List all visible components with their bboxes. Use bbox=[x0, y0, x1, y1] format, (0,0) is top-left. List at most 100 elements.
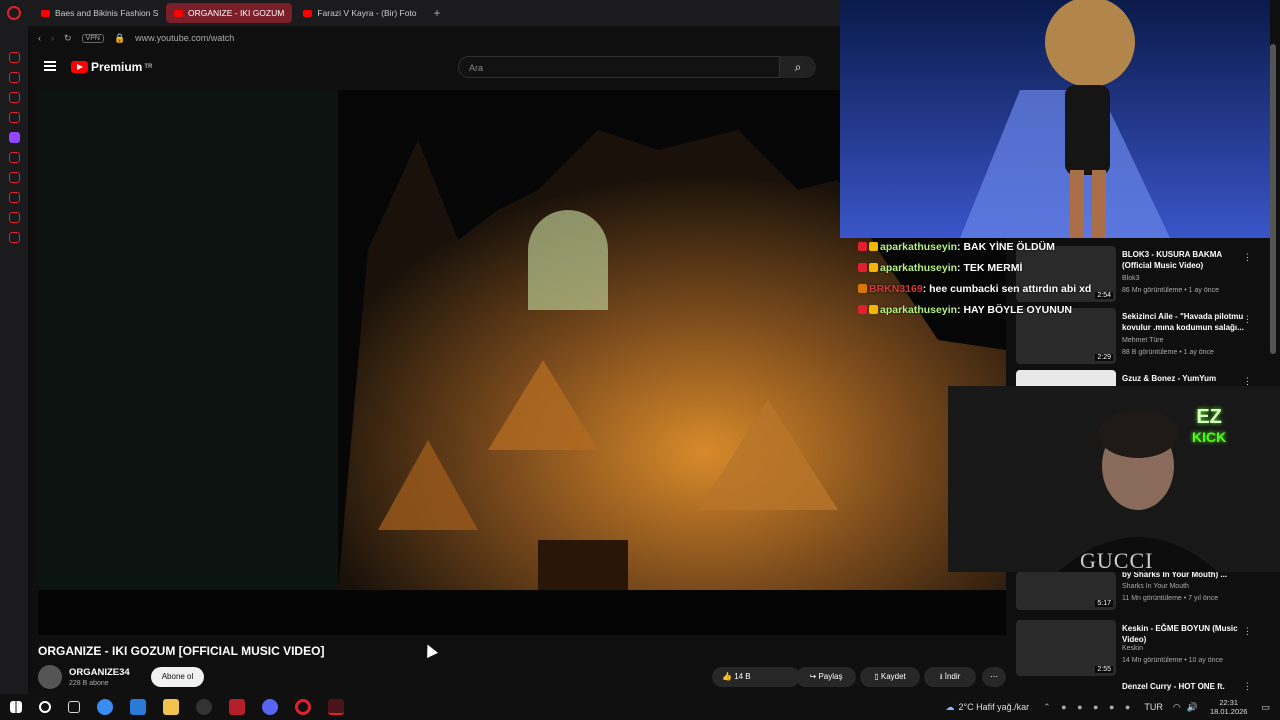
scrollbar[interactable] bbox=[1270, 44, 1276, 354]
obs-icon[interactable] bbox=[196, 699, 212, 715]
discord-icon[interactable] bbox=[262, 699, 278, 715]
sidebar-icon[interactable] bbox=[8, 152, 20, 163]
more-icon[interactable]: ⋮ bbox=[1243, 681, 1252, 692]
rec-title[interactable]: Keskin - EĞME BOYUN (Music Video) bbox=[1122, 623, 1250, 645]
sidebar-icon[interactable] bbox=[8, 192, 20, 203]
opera-icon[interactable] bbox=[295, 699, 311, 715]
rec-title[interactable]: Gzuz & Bonez - YumYum bbox=[1122, 373, 1250, 384]
app-icon[interactable] bbox=[229, 699, 245, 715]
clock-time: 22:31 bbox=[1219, 698, 1239, 707]
rec-title[interactable]: Denzel Curry - HOT ONE ft. bbox=[1122, 681, 1250, 692]
new-tab-icon[interactable]: + bbox=[434, 6, 441, 20]
rec-title[interactable]: BLOK3 - KUSURA BAKMA (Official Music Vid… bbox=[1122, 249, 1250, 271]
country-code: TR bbox=[144, 64, 153, 70]
more-icon[interactable]: ⋮ bbox=[1243, 252, 1252, 263]
channel-avatar[interactable] bbox=[38, 665, 62, 689]
chrome-icon[interactable] bbox=[97, 699, 113, 715]
tab-2[interactable]: ORGANIZE - IKI GOZUM bbox=[166, 3, 293, 23]
rec-channel[interactable]: Mehmet Türe bbox=[1122, 337, 1164, 344]
rec-channel[interactable]: Keskin bbox=[1122, 645, 1143, 652]
youtube-icon bbox=[41, 9, 50, 17]
lock-icon: 🔒 bbox=[113, 32, 126, 43]
chat-message: aparkathuseyin : HAY BÖYLE OYUNUN bbox=[858, 299, 1118, 320]
weather-text[interactable]: 2°C Hafif yağ./kar bbox=[959, 702, 1030, 712]
rec-title[interactable]: Sekizinci Aile - "Havada pilotmu kovulur… bbox=[1122, 311, 1250, 333]
windows-taskbar: ☁ 2°C Hafif yağ./kar ⌃ ● ● ● ● ● TUR ◠ 🔊… bbox=[0, 694, 1280, 720]
subscribe-button[interactable]: Abone ol bbox=[151, 667, 204, 687]
wifi-icon[interactable]: ◠ bbox=[1173, 702, 1181, 713]
ez-kick-logo: EZ KICK bbox=[1192, 406, 1226, 445]
more-actions-button[interactable]: ⋯ bbox=[982, 667, 1006, 687]
clock[interactable]: 22:31 18.01.2026 bbox=[1210, 698, 1248, 716]
tab-1[interactable]: Baes and Bikinis Fashion S bbox=[33, 3, 163, 23]
rec-channel[interactable]: Sharks In Your Mouth bbox=[1122, 583, 1189, 590]
volume-icon[interactable]: 🔊 bbox=[1187, 702, 1198, 713]
settings-icon[interactable] bbox=[8, 232, 20, 243]
webcam-feed bbox=[948, 386, 1280, 572]
edge-icon[interactable] bbox=[130, 699, 146, 715]
list-item[interactable]: 2:55 Keskin - EĞME BOYUN (Music Video) K… bbox=[1016, 618, 1270, 678]
share-label: Paylaş bbox=[818, 672, 843, 681]
logo-bottom-text: KICK bbox=[1192, 429, 1227, 445]
list-item[interactable]: Denzel Curry - HOT ONE ft. ⋮ bbox=[1016, 678, 1270, 694]
more-icon[interactable]: ⋮ bbox=[1243, 314, 1252, 325]
opera-logo-icon[interactable] bbox=[7, 6, 21, 20]
sidebar-icon[interactable] bbox=[8, 72, 20, 83]
share-button[interactable]: ↪ Paylaş bbox=[796, 667, 856, 687]
notifications-icon[interactable]: ▭ bbox=[1261, 702, 1270, 713]
like-button[interactable]: 👍 14 B bbox=[712, 667, 800, 687]
search-input[interactable]: Ara bbox=[458, 56, 780, 78]
youtube-premium-logo[interactable]: Premium TR bbox=[71, 60, 152, 74]
chat-username: aparkathuseyin bbox=[880, 261, 958, 274]
download-label: İndir bbox=[944, 672, 961, 681]
tab-3[interactable]: Farazi V Kayra - (Bir) Foto bbox=[295, 3, 424, 23]
opera-gx-icon[interactable] bbox=[328, 699, 344, 715]
chat-message: BRKN3169 : hee cumbacki sen attırdın abi… bbox=[858, 278, 1118, 299]
logo-top-text: EZ bbox=[1196, 406, 1222, 428]
bookmark-icon: ▯ bbox=[874, 672, 881, 681]
search-button[interactable]: ⌕ bbox=[780, 56, 816, 78]
save-button[interactable]: ▯ Kaydet bbox=[860, 667, 920, 687]
logo-text: Premium bbox=[91, 60, 143, 74]
video-thumbnail[interactable]: 2:55 bbox=[1016, 620, 1116, 676]
chat-message: aparkathuseyin : BAK YİNE ÖLDÜM bbox=[858, 236, 1118, 257]
reload-icon[interactable]: ↻ bbox=[64, 33, 72, 44]
channel-name[interactable]: ORGANIZE34 bbox=[69, 667, 130, 678]
task-view-icon[interactable] bbox=[68, 701, 80, 713]
youtube-header: Premium TR Ara ⌕ bbox=[28, 50, 840, 86]
gift-badge-icon bbox=[869, 263, 878, 272]
weather-icon: ☁ bbox=[945, 701, 955, 712]
streamer-webcam: EZ KICK GUCCI bbox=[948, 386, 1280, 572]
back-icon[interactable]: ‹ bbox=[38, 33, 41, 43]
rec-meta: 14 Mn görüntüleme • 10 ay önce bbox=[1122, 657, 1223, 664]
chat-message: aparkathuseyin : TEK MERMİ bbox=[858, 257, 1118, 278]
search-icon: ⌕ bbox=[794, 60, 802, 74]
file-explorer-icon[interactable] bbox=[163, 699, 179, 715]
more-icon[interactable]: ⋮ bbox=[1243, 626, 1252, 637]
tray-icons[interactable]: ⌃ ● ● ● ● ● bbox=[1043, 702, 1134, 713]
chat-username: aparkathuseyin bbox=[880, 303, 958, 316]
vpn-badge[interactable]: VPN bbox=[81, 33, 104, 43]
sidebar-icon[interactable] bbox=[8, 212, 20, 223]
language-indicator[interactable]: TUR bbox=[1144, 702, 1163, 712]
url-field[interactable]: www.youtube.com/watch bbox=[135, 33, 234, 43]
address-bar: ‹ › ↻ VPN 🔒 www.youtube.com/watch bbox=[28, 26, 840, 50]
sidebar-icon[interactable] bbox=[8, 92, 20, 103]
download-button[interactable]: ⭳ İndir bbox=[924, 667, 976, 687]
sidebar-icon[interactable] bbox=[8, 112, 20, 123]
search-icon[interactable] bbox=[39, 701, 51, 713]
sidebar-icon[interactable] bbox=[8, 52, 20, 63]
windows-start-icon[interactable] bbox=[10, 701, 22, 713]
twitch-icon[interactable] bbox=[8, 132, 20, 143]
video-thumbnail[interactable]: 5:17 bbox=[1016, 572, 1116, 610]
forward-icon[interactable]: › bbox=[51, 33, 54, 43]
rec-channel[interactable]: Blok3 bbox=[1122, 275, 1140, 282]
list-item[interactable]: 5:17 by Sharks In Your Mouth) ... Sharks… bbox=[1016, 570, 1270, 614]
moderator-badge-icon bbox=[858, 263, 867, 272]
youtube-icon bbox=[303, 9, 313, 17]
gift-badge-icon bbox=[869, 305, 878, 314]
chat-text: : hee cumbacki sen attırdın abi xd bbox=[922, 282, 1092, 295]
hamburger-menu-icon[interactable] bbox=[44, 61, 56, 71]
sidebar-icon[interactable] bbox=[8, 172, 20, 183]
mouse-cursor bbox=[422, 642, 438, 658]
